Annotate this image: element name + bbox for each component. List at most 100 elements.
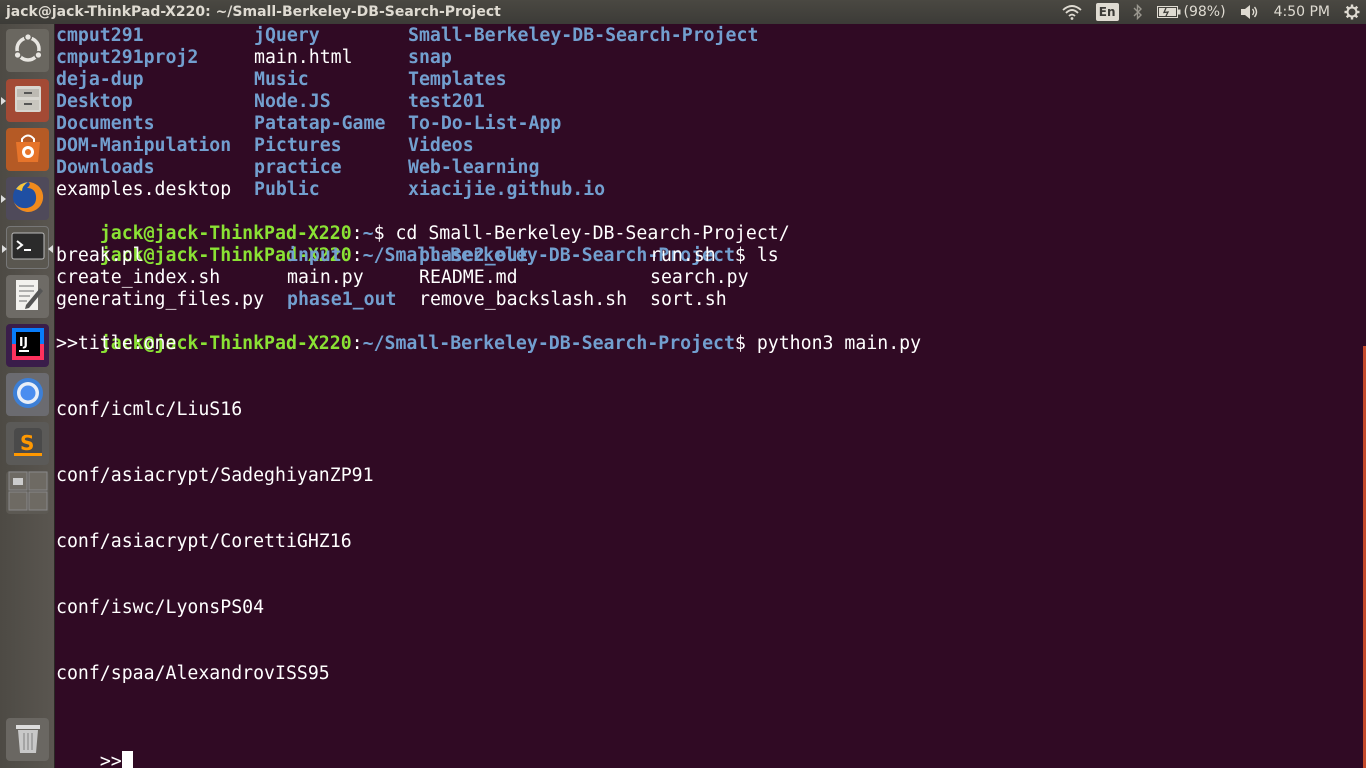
wifi-icon[interactable] (1062, 4, 1082, 20)
system-tray: En (98%) 4:50 PM (1062, 0, 1366, 24)
launcher-sublime[interactable]: S (6, 422, 49, 465)
launcher-dash-home[interactable] (6, 29, 49, 72)
file-entry: generating_files.py (56, 289, 265, 310)
running-indicator (2, 245, 7, 253)
terminal-icon (11, 232, 45, 264)
prompt-dollar: $ (734, 333, 757, 354)
listing-row: deja-dup Music Templates (56, 69, 1356, 91)
battery-icon (1156, 6, 1181, 18)
file-entry: README.md (419, 267, 518, 288)
file-entry: create_index.sh (56, 267, 221, 288)
workspace-switcher-icon (8, 471, 48, 515)
directory-entry: deja-dup (56, 69, 144, 90)
directory-entry: Node.JS (254, 91, 331, 112)
launcher-intellij[interactable]: IJ (6, 324, 49, 367)
shopping-bag-icon (11, 131, 45, 169)
file-entry: remove_backslash.sh (419, 289, 628, 310)
prompt-line: jack@jack-ThinkPad-X220:~$ cd Small-Berk… (56, 201, 790, 244)
directory-entry: To-Do-List-App (408, 113, 562, 134)
launcher-terminal[interactable] (2, 226, 53, 269)
directory-entry: Web-learning (408, 157, 540, 178)
directory-entry: Public (254, 179, 320, 200)
directory-entry: phase2_out (419, 245, 529, 266)
directory-entry: cmput291 (56, 25, 144, 46)
result-line: conf/spaa/AlexandrovISS95 (56, 663, 330, 684)
file-cabinet-icon (12, 83, 44, 119)
file-entry: main.py (287, 267, 364, 288)
input-line[interactable]: >> (56, 729, 133, 768)
focused-indicator (48, 245, 53, 253)
directory-entry: Small-Berkeley-DB-Search-Project (408, 25, 759, 46)
intellij-icon: IJ (11, 327, 45, 365)
volume-icon[interactable] (1240, 4, 1260, 20)
result-line: conf/iswc/LyonsPS04 (56, 597, 265, 618)
listing-row: Downloads practice Web-learning (56, 157, 1356, 179)
directory-entry: input (287, 245, 342, 266)
svg-text:S: S (20, 431, 34, 455)
listing-row: Documents Patatap-Game To-Do-List-App (56, 113, 1356, 135)
file-entry: sort.sh (650, 289, 727, 310)
file-entry: break.pl (56, 245, 144, 266)
prompt-separator: : (351, 333, 363, 354)
top-panel: jack@jack-ThinkPad-X220: ~/Small-Berkele… (0, 0, 1366, 24)
launcher-text-editor[interactable] (6, 275, 49, 318)
command-text: python3 main.py (756, 333, 922, 354)
directory-entry: test201 (408, 91, 485, 112)
directory-entry: Patatap-Game (254, 113, 386, 134)
listing-row: cmput291 jQuery Small-Berkeley-DB-Search-P… (56, 25, 1356, 47)
listing-row: examples.desktop Public xiacijie.github.io (56, 179, 1356, 201)
directory-entry: Videos (408, 135, 474, 156)
prompt-path: ~/Small-Berkeley-DB-Search-Project (362, 333, 735, 354)
directory-entry: jQuery (254, 25, 320, 46)
directory-entry: cmput291proj2 (56, 47, 199, 68)
bluetooth-icon[interactable] (1133, 4, 1143, 20)
launcher-software-center[interactable] (6, 128, 49, 171)
gear-icon[interactable] (1344, 4, 1360, 20)
directory-entry: snap (408, 47, 452, 68)
directory-entry: Pictures (254, 135, 342, 156)
input-prompt: >> (99, 751, 122, 768)
svg-text:IJ: IJ (19, 335, 28, 349)
result-line: conf/asiacrypt/SadeghiyanZP91 (56, 465, 374, 486)
listing-row: create_index.sh main.py README.md search.py (56, 267, 1356, 289)
clock[interactable]: 4:50 PM (1274, 0, 1330, 24)
trash-icon (13, 721, 43, 759)
directory-entry: xiacijie.github.io (408, 179, 606, 200)
file-entry: run.sh (650, 245, 716, 266)
result-line: conf/icmlc/LiuS16 (56, 399, 243, 420)
file-entry: search.py (650, 267, 749, 288)
launcher-files[interactable] (1, 79, 49, 122)
chromium-icon (11, 376, 45, 414)
battery-indicator[interactable]: (98%) (1156, 0, 1226, 24)
query-line: >>title:one (56, 333, 177, 354)
sublime-icon: S (11, 425, 45, 463)
directory-entry: Downloads (56, 157, 155, 178)
battery-percent: (98%) (1183, 4, 1226, 20)
text-editor-icon (12, 278, 44, 316)
launcher-firefox[interactable] (1, 177, 49, 220)
listing-row: Desktop Node.JS test201 (56, 91, 1356, 113)
firefox-icon (10, 179, 46, 219)
launcher-trash[interactable] (6, 718, 49, 761)
keyboard-language-indicator[interactable]: En (1095, 3, 1119, 21)
prompt-line: jack@jack-ThinkPad-X220:~/Small-Berkeley… (56, 223, 779, 266)
launcher-workspaces[interactable] (6, 471, 49, 514)
ubuntu-icon (11, 32, 45, 70)
text-cursor (121, 751, 133, 768)
result-line: conf/asiacrypt/CorettiGHZ16 (56, 531, 352, 552)
terminal-window[interactable]: cmput291 jQuery Small-Berkeley-DB-Search-P… (56, 24, 1366, 768)
directory-entry: Music (254, 69, 309, 90)
directory-entry: Templates (408, 69, 507, 90)
launcher-chromium[interactable] (6, 373, 49, 416)
file-entry: main.html (254, 47, 353, 68)
running-indicator (1, 97, 6, 105)
directory-entry: Documents (56, 113, 155, 134)
running-indicator (1, 195, 6, 203)
directory-entry: phase1_out (287, 289, 397, 310)
window-title: jack@jack-ThinkPad-X220: ~/Small-Berkele… (6, 4, 501, 20)
file-entry: examples.desktop (56, 179, 232, 200)
listing-row: DOM-Manipulation Pictures Videos (56, 135, 1356, 157)
directory-entry: practice (254, 157, 342, 178)
prompt-line: jack@jack-ThinkPad-X220:~/Small-Berkeley… (56, 311, 921, 354)
launcher: IJ S (0, 24, 55, 768)
